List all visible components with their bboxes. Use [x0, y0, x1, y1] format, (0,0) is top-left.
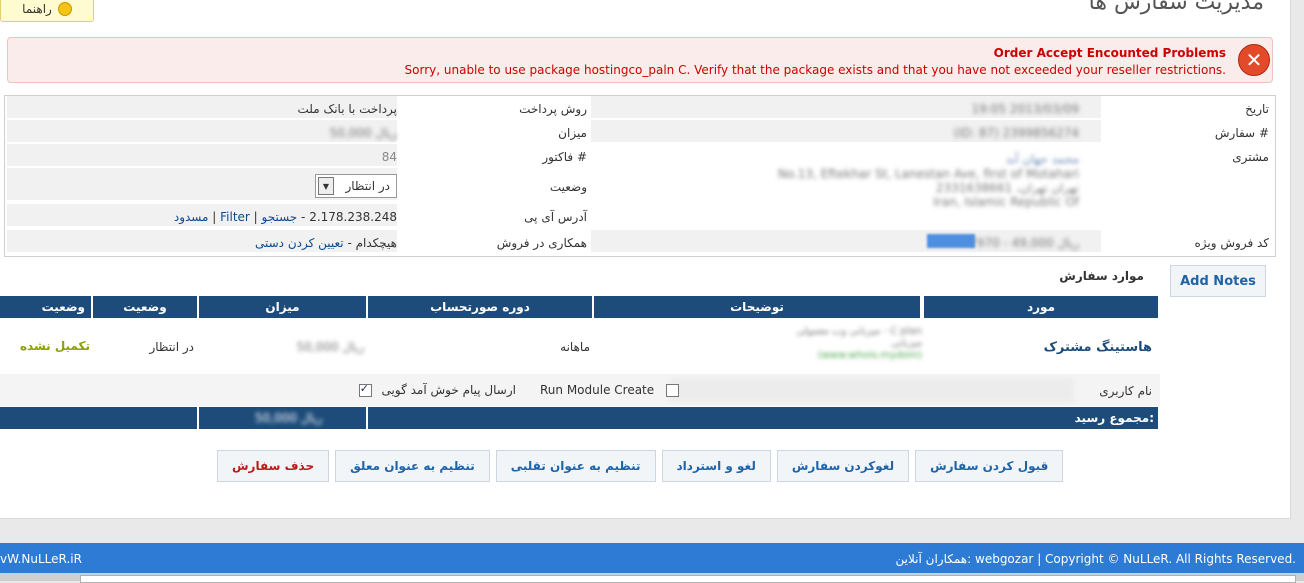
run-module-option[interactable]: Run Module Create	[540, 383, 679, 397]
footer-copyright-line: همکاران آنلاین: webgozar | Copyright © N…	[895, 552, 1296, 566]
invoice-value[interactable]: 84	[382, 150, 397, 164]
footer: vW.NuLLeR.iR همکاران آنلاین: webgozar | …	[0, 543, 1304, 573]
payment-method-label: روش پرداخت	[519, 102, 587, 116]
invoice-label: فاکتور #	[542, 150, 587, 164]
username-label: نام کاربری	[1099, 384, 1152, 398]
delete-order-button[interactable]: حذف سفارش	[217, 450, 330, 482]
add-notes-button[interactable]: Add Notes	[1170, 265, 1266, 297]
client-name[interactable]: محمد جهان آبد	[1006, 152, 1079, 166]
col-status: وضعیت	[93, 296, 197, 318]
run-module-checkbox[interactable]	[665, 384, 679, 397]
username-fields-blurred[interactable]	[670, 378, 1074, 402]
col-item: مورد	[924, 296, 1158, 318]
error-x-icon: ✕	[1238, 44, 1270, 76]
welcome-option[interactable]: ارسال پیام خوش آمد گویی	[358, 382, 516, 397]
total-empty-cell	[0, 407, 197, 429]
ip-search-link[interactable]: جستجو	[262, 210, 298, 224]
affiliate-value: هیچکدام -	[343, 236, 397, 250]
col-description: توضیحات	[594, 296, 920, 318]
status-select[interactable]: در انتظار ▼	[315, 174, 397, 198]
order-number-label: سفارش #	[1214, 126, 1269, 140]
ip-block-link[interactable]: مسدود	[174, 210, 209, 224]
col-billing-cycle: دوره صورتحساب	[368, 296, 592, 318]
total-value: 50,000 ریال	[255, 411, 323, 425]
table-row: هاستینگ مشترک میزبانی وب معمولی - C plan…	[0, 320, 1160, 374]
bottom-input[interactable]	[80, 575, 1296, 583]
promo-value: 7970 - 49,000 ریال	[969, 236, 1079, 250]
order-management-panel: راهنما مدیریت سفارش ها ✕ Order Accept En…	[0, 0, 1291, 519]
mark-pending-button[interactable]: تنظیم به عنوان معلق	[335, 450, 490, 482]
item-provision-row: نام کاربری Run Module Create ارسال پیام …	[0, 374, 1160, 406]
total-amount-cell: 50,000 ریال	[199, 407, 366, 429]
mark-fraud-button[interactable]: تنظیم به عنوان تقلبی	[495, 450, 656, 482]
total-label: مجموع رسید:	[1074, 411, 1154, 425]
total-bar: مجموع رسید:	[368, 407, 1158, 429]
footer-site: vW.NuLLeR.iR	[0, 552, 82, 566]
item-cycle: ماهانه	[560, 340, 590, 354]
status-select-value: در انتظار	[345, 179, 390, 193]
footer-copyright: Copyright © NuLLeR. All Rights Reserved.	[1045, 552, 1296, 566]
order-items-title: موارد سفارش	[1059, 269, 1144, 283]
promo-link[interactable]	[927, 234, 975, 248]
help-button[interactable]: راهنما	[0, 0, 94, 22]
order-info-table: تاریخ 19:05 2013/03/09 روش پرداخت پرداخت…	[4, 95, 1276, 257]
cancel-order-button[interactable]: لغوکردن سفارش	[776, 450, 910, 482]
amount-label: میزان	[558, 126, 587, 140]
col-payment-status: وضعیت	[0, 296, 91, 318]
item-status: در انتظار	[149, 340, 194, 354]
order-number-value: (ID: 87) 2399856274	[953, 126, 1079, 140]
order-actions: قبول کردن سفارش لغوکردن سفارش لغو و استر…	[217, 450, 1064, 482]
help-label: راهنما	[22, 2, 52, 16]
item-description-3[interactable]: (www.whois.mydom)	[818, 350, 922, 362]
affiliate-line: هیچکدام - تعیین کردن دستی	[255, 236, 397, 250]
ip-filter-link[interactable]: Filter	[220, 210, 250, 224]
affiliate-assign-link[interactable]: تعیین کردن دستی	[255, 236, 344, 250]
accept-order-button[interactable]: قبول کردن سفارش	[915, 450, 1064, 482]
status-label: وضعیت	[549, 180, 587, 194]
page-title: مدیریت سفارش ها	[1088, 0, 1264, 15]
item-description-1: میزبانی وب معمولی - C plan	[796, 326, 922, 337]
col-amount: میزان	[199, 296, 366, 318]
promo-label: کد فروش ویژه	[1194, 236, 1269, 250]
lightbulb-icon	[57, 2, 72, 16]
ip-label: آدرس آی پی	[524, 210, 587, 224]
client-label: مشتری	[1232, 150, 1269, 164]
item-payment-status: تکمیل نشده	[19, 339, 90, 353]
item-description-2: میزبانی	[891, 338, 922, 349]
error-alert: ✕ Order Accept Encounted Problems Sorry,…	[7, 37, 1273, 83]
run-module-label: Run Module Create	[540, 383, 655, 397]
date-label: تاریخ	[1245, 102, 1269, 116]
cancel-refund-button[interactable]: لغو و استرداد	[661, 450, 771, 482]
welcome-label: ارسال پیام خوش آمد گویی	[381, 383, 516, 397]
amount-value: 50,000 ریال	[329, 126, 397, 140]
footer-partners[interactable]: همکاران آنلاین: webgozar	[896, 552, 1034, 566]
chevron-down-icon: ▼	[318, 177, 334, 195]
item-amount: 50,000 ریال	[296, 340, 364, 354]
affiliate-label: همکاری در فروش	[496, 236, 587, 250]
error-title: Order Accept Encounted Problems	[993, 46, 1226, 60]
error-message: Sorry, unable to use package hostingco_p…	[404, 63, 1226, 77]
item-name: هاستینگ مشترک	[1043, 340, 1152, 355]
date-value: 19:05 2013/03/09	[971, 102, 1079, 116]
welcome-checkbox[interactable]	[358, 382, 372, 397]
ip-value: 2.178.238.248 -	[297, 210, 397, 224]
ip-line: 2.178.238.248 - جستجو | Filter | مسدود	[173, 210, 397, 224]
payment-method-value: پرداخت با بانک ملت	[297, 102, 397, 116]
